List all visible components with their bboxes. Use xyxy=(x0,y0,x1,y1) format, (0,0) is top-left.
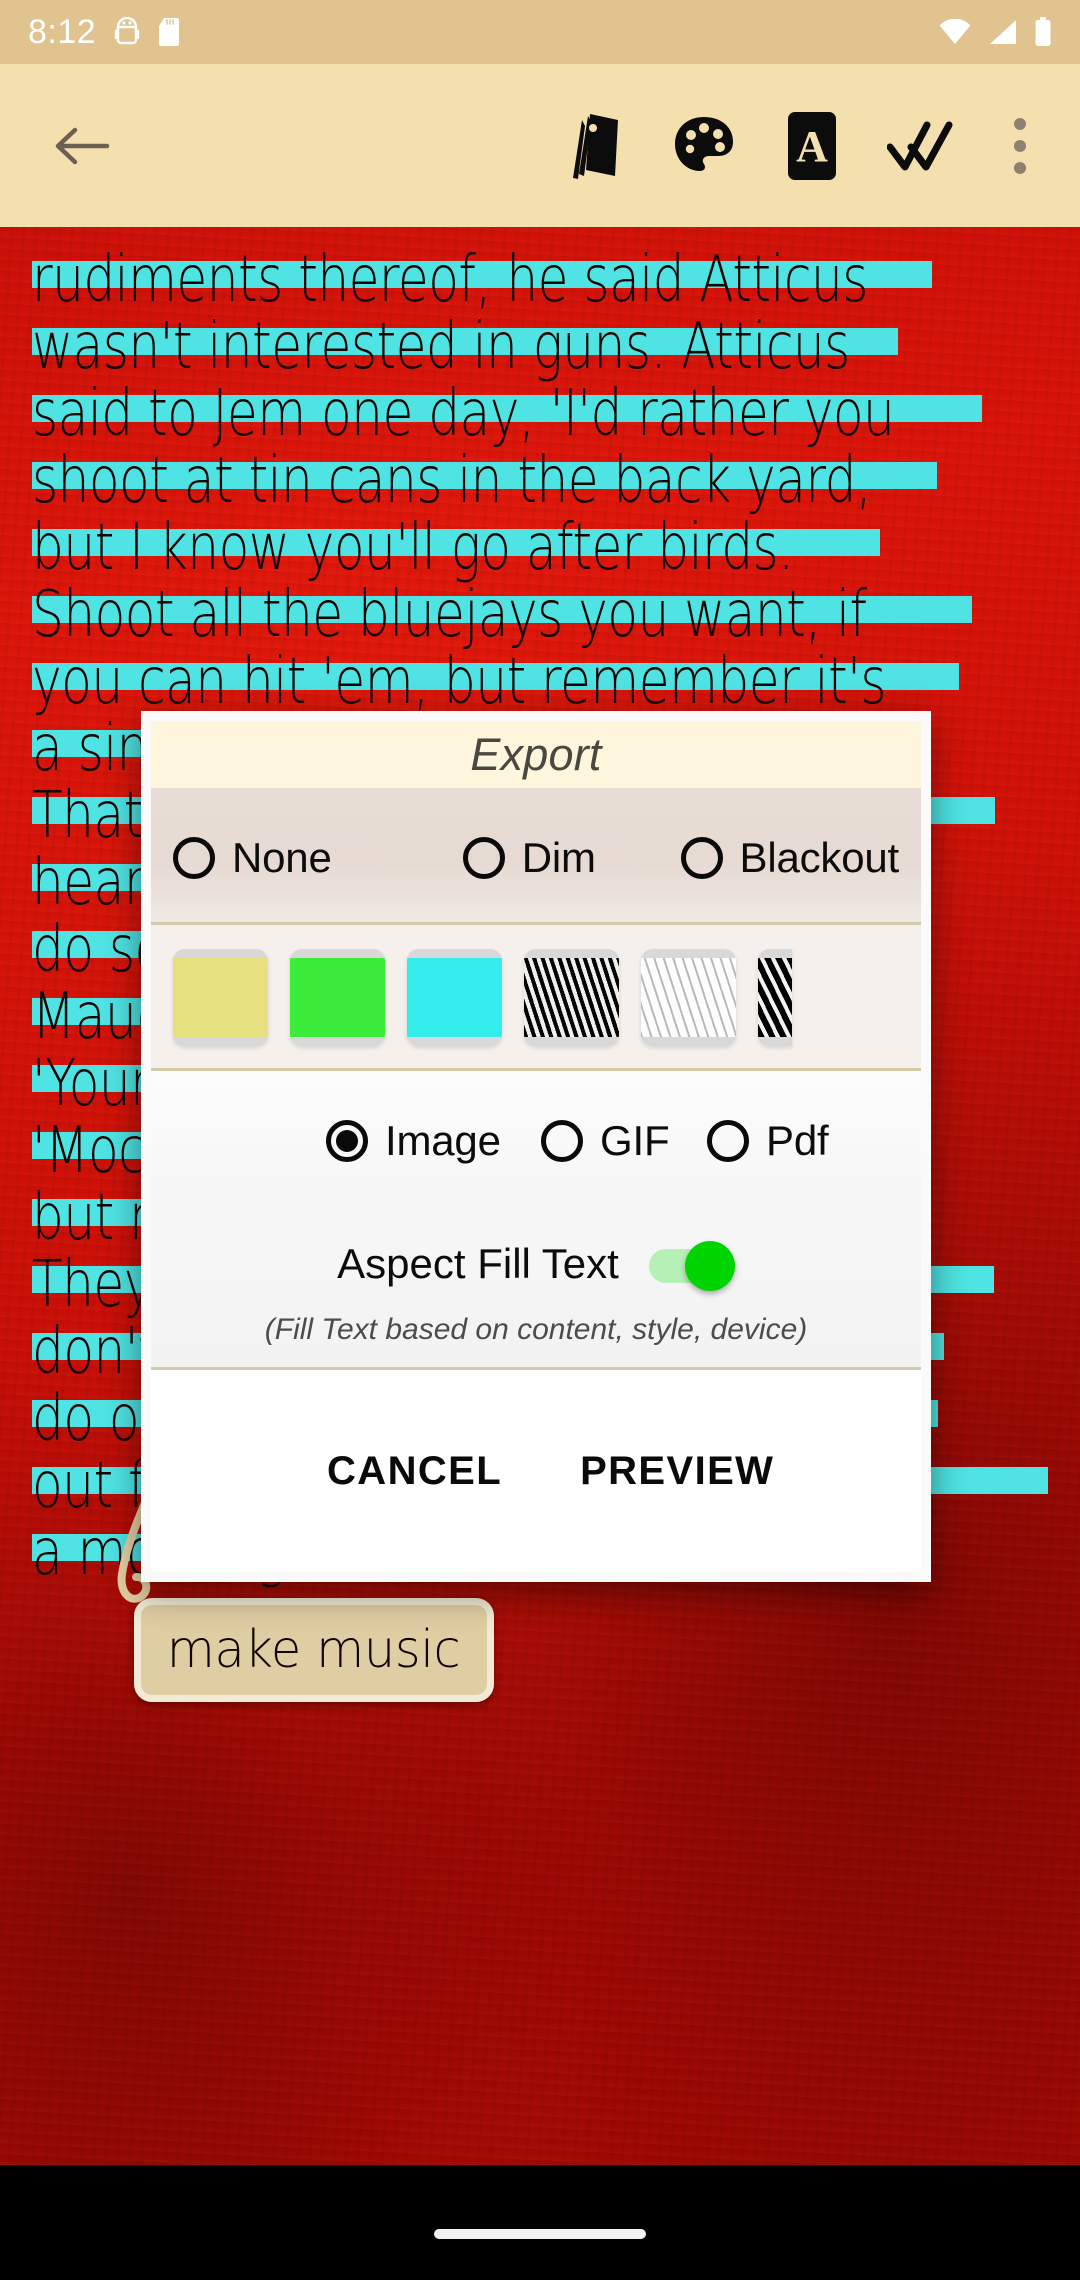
format-option-section: Image GIF Pdf xyxy=(151,1071,921,1205)
document-line[interactable]: shoot at tin cans in the back yard, xyxy=(32,443,1048,518)
wifi-icon xyxy=(939,19,971,44)
toolbar-actions: A xyxy=(542,91,1080,201)
overlay-option-blackout[interactable]: Blackout xyxy=(680,834,900,882)
format-option-image[interactable]: Image xyxy=(326,1117,541,1165)
double-check-icon xyxy=(887,121,953,170)
document-line[interactable]: wasn't interested in guns. Atticus xyxy=(32,309,1048,384)
swatch-pattern-light[interactable] xyxy=(641,949,736,1046)
home-gesture-pill[interactable] xyxy=(434,2228,646,2239)
status-clock: 8:12 xyxy=(28,13,97,51)
back-button[interactable] xyxy=(27,91,137,201)
radio-button[interactable] xyxy=(462,837,505,879)
swatch-green[interactable] xyxy=(290,949,385,1046)
radio-label: GIF xyxy=(600,1117,670,1164)
status-bar: 8:12 xyxy=(0,0,1080,64)
cancel-button[interactable]: CANCEL xyxy=(327,1449,502,1494)
radio-label: None xyxy=(232,834,332,881)
cellular-signal-icon xyxy=(990,20,1016,44)
back-arrow-icon xyxy=(55,127,110,164)
document-line[interactable]: Shoot all the bluejays you want, if xyxy=(32,577,1048,652)
radio-button[interactable] xyxy=(707,1120,749,1162)
text-format-icon: A xyxy=(788,111,836,180)
swatch-cyan[interactable] xyxy=(407,949,502,1046)
toolbar-card-button[interactable] xyxy=(542,91,650,201)
status-bar-left: 8:12 xyxy=(28,15,180,49)
swatch-fill xyxy=(524,958,619,1037)
swatch-pattern-dark[interactable] xyxy=(524,949,619,1046)
sd-card-icon xyxy=(159,18,180,46)
android-debug-icon xyxy=(114,17,140,45)
dialog-title: Export xyxy=(470,728,602,780)
format-option-gif[interactable]: GIF xyxy=(541,1117,707,1165)
battery-icon xyxy=(1035,17,1051,46)
swatch-fill xyxy=(173,958,268,1037)
radio-button[interactable] xyxy=(173,837,215,879)
toolbar-overflow-button[interactable] xyxy=(974,91,1066,201)
overlay-radio-group: None Dim Blackout xyxy=(151,834,921,882)
dialog-actions: CANCEL PREVIEW xyxy=(151,1370,921,1572)
overlay-option-none[interactable]: None xyxy=(173,834,463,882)
selected-word-chip[interactable]: make music xyxy=(134,1598,494,1702)
overlay-option-section: None Dim Blackout xyxy=(151,788,921,925)
aspect-fill-label: Aspect Fill Text xyxy=(337,1240,619,1287)
radio-label: Blackout xyxy=(739,834,900,881)
aspect-fill-toggle[interactable] xyxy=(648,1240,735,1291)
radio-button[interactable] xyxy=(541,1120,583,1162)
swatch-fill xyxy=(290,958,385,1037)
aspect-fill-row[interactable]: Aspect Fill Text xyxy=(151,1227,921,1301)
document-line[interactable]: you can hit 'em, but remember it's xyxy=(32,644,1048,719)
radio-button[interactable] xyxy=(680,837,723,879)
selected-word-label: make music xyxy=(167,1620,461,1680)
aspect-fill-section: Aspect Fill Text (Fill Text based on con… xyxy=(151,1205,921,1370)
overflow-menu-icon xyxy=(1014,117,1026,174)
export-dialog: Export None Dim Blackout Image GIF Pdf Aspec… xyxy=(141,711,931,1582)
toolbar-select-all-button[interactable] xyxy=(866,91,974,201)
preview-button[interactable]: PREVIEW xyxy=(580,1449,774,1494)
radio-label: Pdf xyxy=(766,1117,829,1164)
toolbar-palette-button[interactable] xyxy=(650,91,758,201)
swatch-fill xyxy=(641,958,736,1037)
radio-label: Dim xyxy=(521,834,596,881)
swatch-fill xyxy=(758,958,792,1037)
document-line[interactable]: rudiments thereof, he said Atticus xyxy=(32,242,1048,317)
svg-text:A: A xyxy=(796,122,828,171)
swatch-card-icon xyxy=(573,113,618,179)
system-nav-bar xyxy=(0,2165,1080,2280)
device-screen: rudiments thereof, he said Atticus wasn't… xyxy=(0,0,1080,2280)
radio-label: Image xyxy=(385,1117,501,1164)
format-option-pdf[interactable]: Pdf xyxy=(707,1117,829,1165)
swatch-yellow[interactable] xyxy=(173,949,268,1046)
document-line[interactable]: said to Jem one day, 'I'd rather you xyxy=(32,376,1048,451)
document-line[interactable]: but I know you'll go after birds. xyxy=(32,510,1048,585)
radio-button[interactable] xyxy=(326,1120,368,1162)
swatch-fill xyxy=(407,958,502,1037)
status-bar-right xyxy=(938,17,1052,47)
app-toolbar: A xyxy=(0,64,1080,227)
toolbar-text-format-button[interactable]: A xyxy=(758,91,866,201)
aspect-fill-subtitle: (Fill Text based on content, style, devi… xyxy=(264,1313,808,1346)
overlay-option-dim[interactable]: Dim xyxy=(462,834,681,882)
swatch-pattern-dark-2[interactable] xyxy=(758,949,792,1046)
toggle-thumb xyxy=(684,1241,735,1291)
palette-icon xyxy=(675,116,733,171)
swatch-strip[interactable] xyxy=(151,925,921,1071)
format-radio-group: Image GIF Pdf xyxy=(151,1117,921,1165)
dialog-title-bar: Export xyxy=(151,721,921,788)
